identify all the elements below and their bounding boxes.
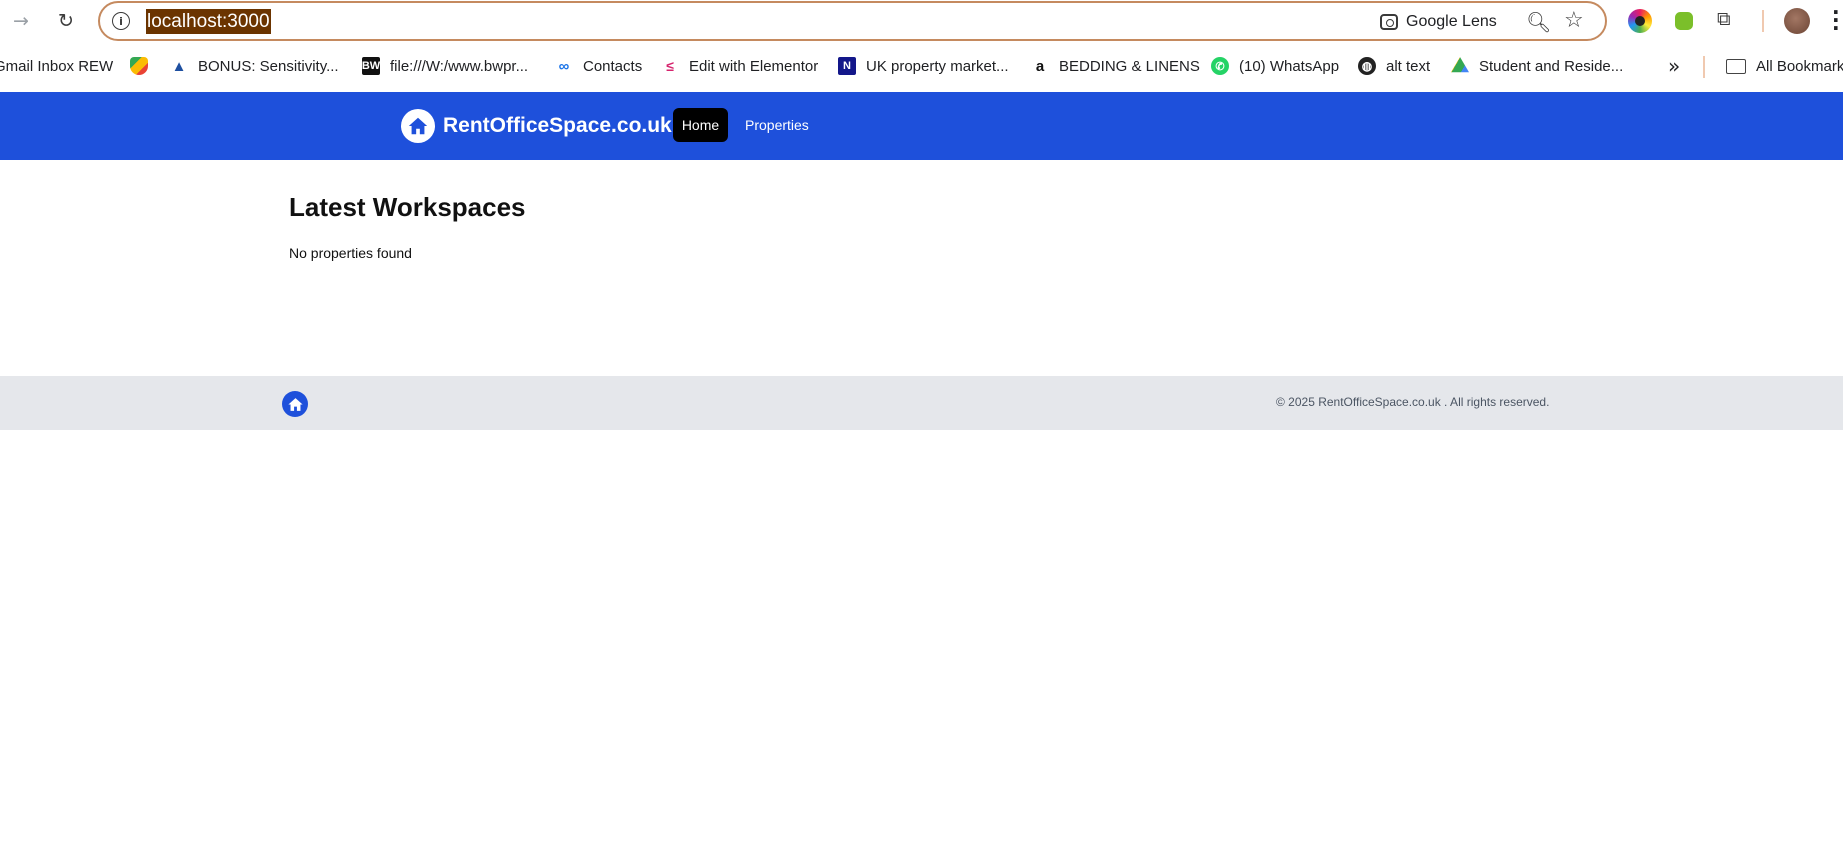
bookmark-bonus[interactable]: ▲ BONUS: Sensitivity...	[170, 42, 339, 90]
bookmark-label: Edit with Elementor	[689, 57, 819, 75]
bookmark-bw-file[interactable]: BW file:///W:/www.bwpr...	[362, 42, 528, 90]
bookmark-label: UK property market...	[866, 57, 1009, 75]
brand-name: RentOfficeSpace.co.uk	[443, 114, 672, 137]
bookmark-label: BEDDING & LINENS	[1059, 57, 1200, 75]
reload-icon[interactable]: ↻	[53, 8, 79, 34]
bookmark-elementor[interactable]: ≤ Edit with Elementor	[661, 42, 818, 90]
bookmark-label: alt text	[1386, 57, 1431, 75]
bookmark-whatsapp[interactable]: ✆ (10) WhatsApp	[1211, 42, 1339, 90]
url-text[interactable]: localhost:3000	[146, 9, 271, 34]
profile-avatar[interactable]	[1784, 8, 1810, 34]
google-drive-icon	[1451, 57, 1469, 73]
bookmarks-divider	[1703, 56, 1705, 78]
bookmark-label: BONUS: Sensitivity...	[198, 57, 339, 75]
n-icon: N	[838, 57, 856, 75]
extensions-puzzle-icon[interactable]: ⧉	[1717, 8, 1741, 32]
contacts-link-icon: ∞	[558, 57, 570, 75]
google-maps-icon	[130, 57, 148, 75]
forward-icon[interactable]: →	[8, 8, 34, 34]
all-bookmarks-folder[interactable]: All Bookmarks	[1726, 42, 1843, 90]
browser-toolbar: → ↻ i localhost:3000 Google Lens 🔍︎ ☆ ⧉ …	[0, 0, 1843, 42]
elementor-icon: ≤	[666, 58, 674, 74]
brand-link[interactable]: RentOfficeSpace.co.uk	[401, 108, 672, 144]
amazon-icon: a	[1035, 57, 1045, 75]
bookmark-label: (10) WhatsApp	[1239, 57, 1340, 75]
toolbar-divider	[1762, 10, 1764, 32]
address-bar[interactable]: i localhost:3000 Google Lens 🔍︎ ☆	[98, 1, 1607, 41]
triangle-logo-icon: ▲	[171, 57, 187, 75]
all-bookmarks-label: All Bookmarks	[1756, 57, 1843, 75]
copyright-text: © 2025 RentOfficeSpace.co.uk . All right…	[1276, 395, 1550, 409]
bookmark-label: Gmail Inbox REW	[0, 57, 114, 75]
google-lens-button[interactable]: Google Lens	[1380, 9, 1497, 35]
whatsapp-icon: ✆	[1211, 57, 1229, 75]
bookmark-student[interactable]: Student and Reside...	[1451, 42, 1623, 90]
bookmark-label: Student and Reside...	[1479, 57, 1624, 75]
site-header: RentOfficeSpace.co.uk Home Properties	[0, 92, 1843, 160]
footer-house-logo-icon[interactable]	[282, 391, 308, 417]
globe-icon: ◍	[1358, 57, 1376, 75]
bookmark-contacts[interactable]: ∞ Contacts	[555, 42, 643, 90]
bookmark-bedding[interactable]: a BEDDING & LINENS	[1031, 42, 1200, 90]
color-picker-extension-icon[interactable]	[1628, 9, 1652, 33]
bookmark-maps[interactable]	[130, 42, 148, 90]
site-footer: © 2025 RentOfficeSpace.co.uk . All right…	[0, 376, 1843, 430]
bookmark-label: Contacts	[583, 57, 643, 75]
nav-home-link[interactable]: Home	[673, 108, 728, 142]
bw-icon: BW	[362, 57, 380, 75]
camera-icon	[1380, 14, 1398, 30]
zoom-icon[interactable]: 🔍︎	[1526, 10, 1551, 34]
bookmark-star-icon[interactable]: ☆	[1564, 8, 1584, 33]
folder-icon	[1726, 58, 1746, 74]
bookmark-uk-property[interactable]: N UK property market...	[838, 42, 1009, 90]
empty-state-message: No properties found	[289, 245, 412, 261]
google-lens-label: Google Lens	[1406, 13, 1497, 30]
bookmark-gmail[interactable]: Gmail Inbox REW	[0, 42, 113, 90]
more-bookmarks-icon[interactable]: »	[1668, 54, 1680, 78]
page-title: Latest Workspaces	[289, 192, 526, 222]
browser-menu-icon[interactable]: · · ·	[1832, 2, 1843, 38]
site-info-icon[interactable]: i	[112, 12, 130, 30]
green-extension-icon[interactable]	[1675, 12, 1693, 30]
house-logo-icon	[401, 109, 435, 143]
bookmark-alt-text[interactable]: ◍ alt text	[1358, 42, 1430, 90]
bookmark-label: file:///W:/www.bwpr...	[390, 57, 529, 75]
nav-properties-link[interactable]: Properties	[738, 108, 816, 142]
bookmarks-bar: Gmail Inbox REW ▲ BONUS: Sensitivity... …	[0, 42, 1843, 90]
